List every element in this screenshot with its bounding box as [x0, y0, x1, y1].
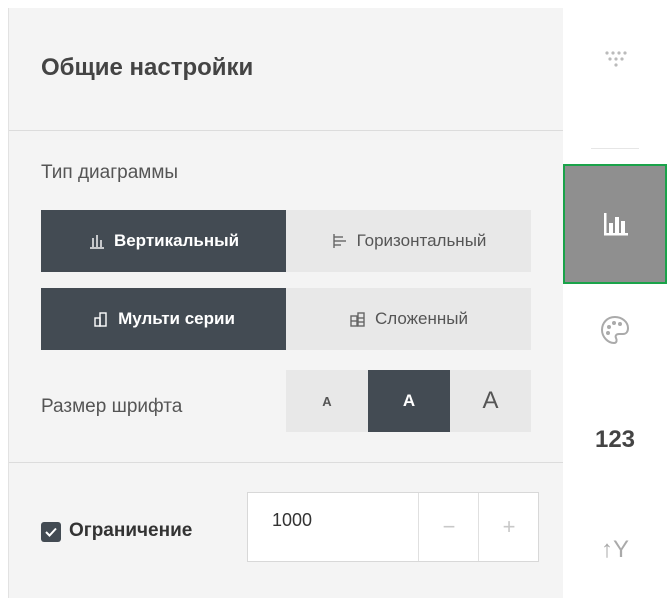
stacked-button[interactable]: Сложенный: [286, 288, 531, 350]
rail-numbers-button[interactable]: 123: [563, 410, 667, 470]
palette-icon: [600, 315, 630, 345]
font-size-large-button[interactable]: A: [450, 370, 531, 432]
vertical-label: Вертикальный: [113, 231, 240, 250]
multi-series-button[interactable]: Мульти серии: [41, 288, 286, 350]
dots-triangle-icon: [605, 51, 627, 67]
font-size-medium-button[interactable]: A: [368, 370, 450, 432]
panel-title: Общие настройки: [41, 54, 254, 81]
multi-series-label: Мульти серии: [118, 309, 235, 328]
limit-checkbox[interactable]: [41, 522, 61, 542]
stacked-label: Сложенный: [375, 309, 468, 328]
rail-filter-button[interactable]: [563, 30, 667, 90]
vertical-button[interactable]: Вертикальный: [41, 210, 286, 272]
divider: [9, 462, 564, 463]
font-size-small-button[interactable]: A: [286, 370, 368, 432]
settings-panel: Общие настройки Тип диаграммы Вертикальн…: [8, 8, 565, 598]
font-size-label: Размер шрифта: [41, 396, 183, 417]
decrement-button[interactable]: −: [418, 493, 479, 561]
increment-button[interactable]: +: [478, 493, 539, 561]
limit-label: Ограничение: [69, 520, 193, 541]
horizontal-bars-icon: [331, 232, 349, 250]
limit-stepper: − +: [247, 492, 539, 562]
divider: [9, 130, 564, 131]
vertical-bars-icon: [88, 232, 106, 250]
stacked-icon: [349, 310, 367, 328]
multi-series-icon: [92, 310, 110, 328]
rail-palette-button[interactable]: [563, 300, 667, 360]
horizontal-label: Горизонтальный: [356, 231, 487, 250]
limit-input[interactable]: [248, 493, 418, 561]
side-rail: 123 ↑Y: [563, 0, 667, 598]
check-icon: [45, 527, 57, 537]
horizontal-button[interactable]: Горизонтальный: [286, 210, 531, 272]
rail-chart-button[interactable]: [563, 164, 667, 284]
chart-type-label: Тип диаграммы: [41, 162, 179, 183]
bar-chart-icon: [604, 213, 628, 236]
rail-y-axis-button[interactable]: ↑Y: [563, 520, 667, 580]
rail-divider: [591, 148, 639, 149]
